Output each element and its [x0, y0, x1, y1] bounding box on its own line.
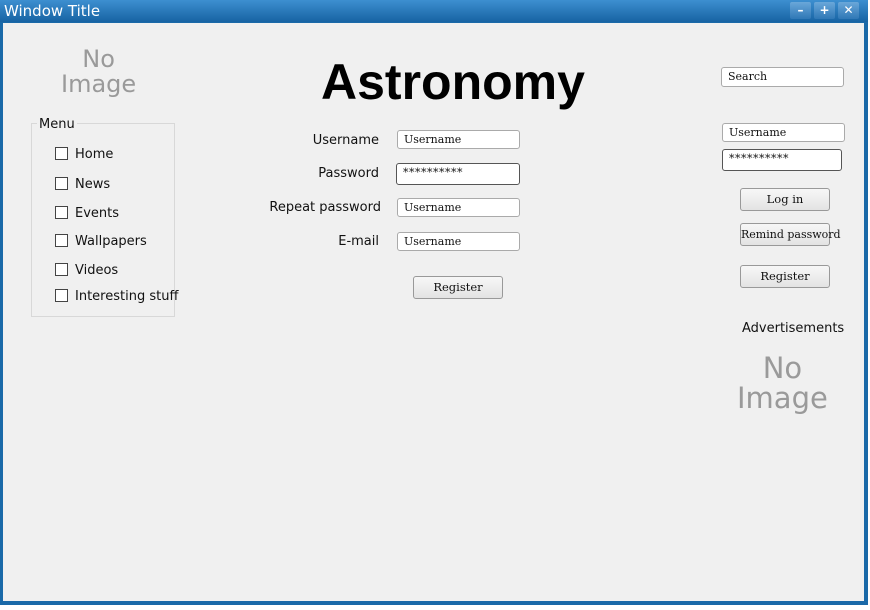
ad-image-placeholder: No Image	[737, 353, 828, 414]
login-button[interactable]: Log in	[740, 188, 830, 211]
remind-password-button[interactable]: Remind password	[740, 223, 841, 246]
menu-item-label: Videos	[75, 263, 119, 278]
window-content: No Image Astronomy Menu Home News Events…	[3, 23, 864, 601]
checkbox[interactable]	[55, 289, 68, 302]
window-title: Window Title	[4, 2, 101, 20]
checkbox[interactable]	[55, 263, 68, 276]
menu-item-home[interactable]: Home	[55, 147, 113, 163]
menu-item-label: Interesting stuff	[75, 289, 179, 304]
login-password-field[interactable]: **********	[722, 149, 842, 171]
minimize-icon[interactable]: –	[790, 2, 811, 19]
menu-item-videos[interactable]: Videos	[55, 263, 118, 279]
logo-line-2: Image	[61, 70, 137, 99]
username-field[interactable]: Username	[397, 130, 520, 149]
menu-item-label: Home	[75, 147, 114, 162]
ad-line-1: No	[762, 351, 803, 385]
menu-item-label: Wallpapers	[75, 234, 147, 249]
checkbox[interactable]	[55, 206, 68, 219]
password-field[interactable]: **********	[396, 163, 520, 185]
menu-item-label: News	[75, 177, 111, 192]
page-title: Astronomy	[321, 54, 585, 110]
app-window: Window Title – + ✕ No Image Astronomy Me…	[0, 0, 868, 605]
checkbox[interactable]	[55, 147, 68, 160]
sidebar-register-button[interactable]: Register	[740, 265, 830, 288]
checkbox[interactable]	[55, 177, 68, 190]
ad-line-2: Image	[737, 381, 828, 416]
login-username-field[interactable]: Username	[722, 123, 845, 142]
menu-item-events[interactable]: Events	[55, 206, 119, 222]
menu-item-news[interactable]: News	[55, 177, 110, 193]
repeat-password-label: Repeat password	[269, 200, 381, 215]
title-bar[interactable]: Window Title – + ✕	[0, 0, 868, 22]
repeat-password-field[interactable]: Username	[397, 198, 520, 217]
menu-item-interesting-stuff[interactable]: Interesting stuff	[55, 289, 178, 305]
checkbox[interactable]	[55, 234, 68, 247]
menu-item-wallpapers[interactable]: Wallpapers	[55, 234, 147, 250]
maximize-icon[interactable]: +	[814, 2, 835, 19]
logo-image-placeholder: No Image	[61, 45, 137, 99]
menu-legend: Menu	[37, 117, 77, 132]
email-label: E-mail	[338, 234, 379, 249]
menu-item-label: Events	[75, 206, 120, 221]
logo-line-1: No	[82, 45, 115, 73]
register-button[interactable]: Register	[413, 276, 503, 299]
search-input[interactable]: Search	[721, 67, 844, 87]
email-field[interactable]: Username	[397, 232, 520, 251]
advertisements-label: Advertisements	[742, 321, 845, 336]
close-icon[interactable]: ✕	[838, 2, 859, 19]
password-label: Password	[318, 166, 379, 181]
username-label: Username	[312, 133, 379, 148]
